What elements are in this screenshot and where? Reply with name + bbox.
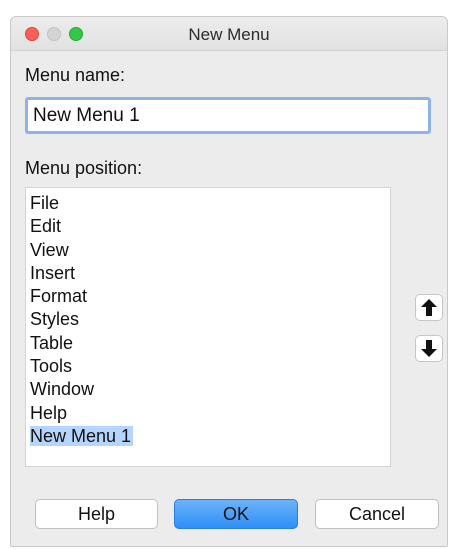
new-menu-dialog: New Menu Menu name: Menu position: File E… bbox=[10, 16, 448, 547]
menu-position-item-label: Edit bbox=[30, 216, 62, 237]
move-up-button[interactable] bbox=[415, 294, 443, 321]
menu-name-label: Menu name: bbox=[25, 65, 126, 85]
menu-position-item[interactable]: View bbox=[30, 239, 390, 262]
menu-position-item-label: New Menu 1 bbox=[30, 425, 134, 446]
dialog-title: New Menu bbox=[188, 25, 270, 44]
menu-name-input[interactable] bbox=[25, 97, 431, 134]
menu-position-list[interactable]: File Edit View Insert Format Styles Table Tools… bbox=[25, 187, 391, 467]
arrow-up-icon bbox=[421, 299, 437, 316]
help-button[interactable]: Help bbox=[35, 499, 158, 529]
menu-position-item[interactable]: Tools bbox=[30, 355, 390, 378]
menu-position-label: Menu position: bbox=[25, 158, 143, 178]
menu-position-item[interactable]: Edit bbox=[30, 215, 390, 238]
menu-position-item-label: Format bbox=[30, 286, 88, 307]
menu-position-item[interactable]: Window bbox=[30, 378, 390, 401]
menu-position-item[interactable]: New Menu 1 bbox=[30, 425, 390, 448]
title-bar: New Menu bbox=[11, 17, 447, 51]
menu-position-item[interactable]: Format bbox=[30, 285, 390, 308]
menu-position-item-label: Insert bbox=[30, 262, 76, 283]
ok-button[interactable]: OK bbox=[174, 499, 298, 529]
menu-position-item[interactable]: Help bbox=[30, 402, 390, 425]
menu-position-item-label: Window bbox=[30, 379, 95, 400]
menu-position-item-label: View bbox=[30, 239, 69, 260]
menu-position-item-label: Styles bbox=[30, 309, 80, 330]
cancel-button[interactable]: Cancel bbox=[315, 499, 439, 529]
arrow-down-icon bbox=[421, 340, 437, 357]
move-down-button[interactable] bbox=[415, 335, 443, 362]
menu-position-item-label: Table bbox=[30, 332, 74, 353]
menu-position-item[interactable]: Table bbox=[30, 332, 390, 355]
menu-position-item[interactable]: Insert bbox=[30, 262, 390, 285]
menu-position-item-label: File bbox=[30, 193, 60, 213]
menu-position-item-label: Help bbox=[30, 402, 68, 423]
menu-position-item[interactable]: File bbox=[30, 192, 390, 215]
menu-position-item-label: Tools bbox=[30, 356, 73, 377]
menu-position-item[interactable]: Styles bbox=[30, 308, 390, 331]
